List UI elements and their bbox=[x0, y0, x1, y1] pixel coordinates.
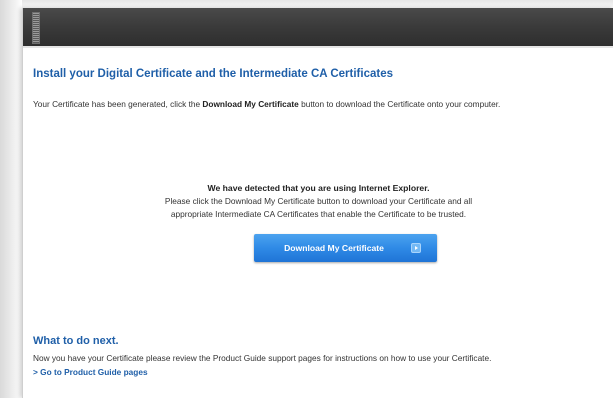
intro-text: Your Certificate has been generated, cli… bbox=[33, 99, 500, 109]
download-button-label: Download My Certificate bbox=[284, 243, 384, 253]
next-steps-title: What to do next. bbox=[33, 335, 119, 347]
next-steps-text: Now you have your Certificate please rev… bbox=[33, 353, 492, 363]
intro-text-after: button to download the Certificate onto … bbox=[298, 99, 501, 109]
detect-heading: We have detected that you are using Inte… bbox=[207, 183, 430, 193]
content-panel: Install your Digital Certificate and the… bbox=[22, 8, 613, 398]
download-certificate-button[interactable]: Download My Certificate bbox=[254, 234, 437, 262]
page-title: Install your Digital Certificate and the… bbox=[33, 68, 393, 80]
screenshot-frame: Install your Digital Certificate and the… bbox=[0, 0, 613, 398]
intro-text-before: Your Certificate has been generated, cli… bbox=[33, 99, 203, 109]
detect-line-2: appropriate Intermediate CA Certificates… bbox=[170, 209, 467, 219]
drag-grip-icon[interactable] bbox=[32, 12, 40, 44]
arrow-right-icon bbox=[411, 243, 421, 253]
browser-detect-message: We have detected that you are using Inte… bbox=[23, 182, 613, 221]
divider bbox=[23, 46, 613, 48]
top-shadow bbox=[0, 0, 613, 8]
intro-text-bold: Download My Certificate bbox=[202, 99, 299, 109]
left-shadow bbox=[0, 0, 22, 398]
detect-line-1: Please click the Download My Certificate… bbox=[164, 196, 473, 206]
header-bar bbox=[23, 8, 613, 46]
product-guide-link[interactable]: > Go to Product Guide pages bbox=[33, 367, 148, 377]
